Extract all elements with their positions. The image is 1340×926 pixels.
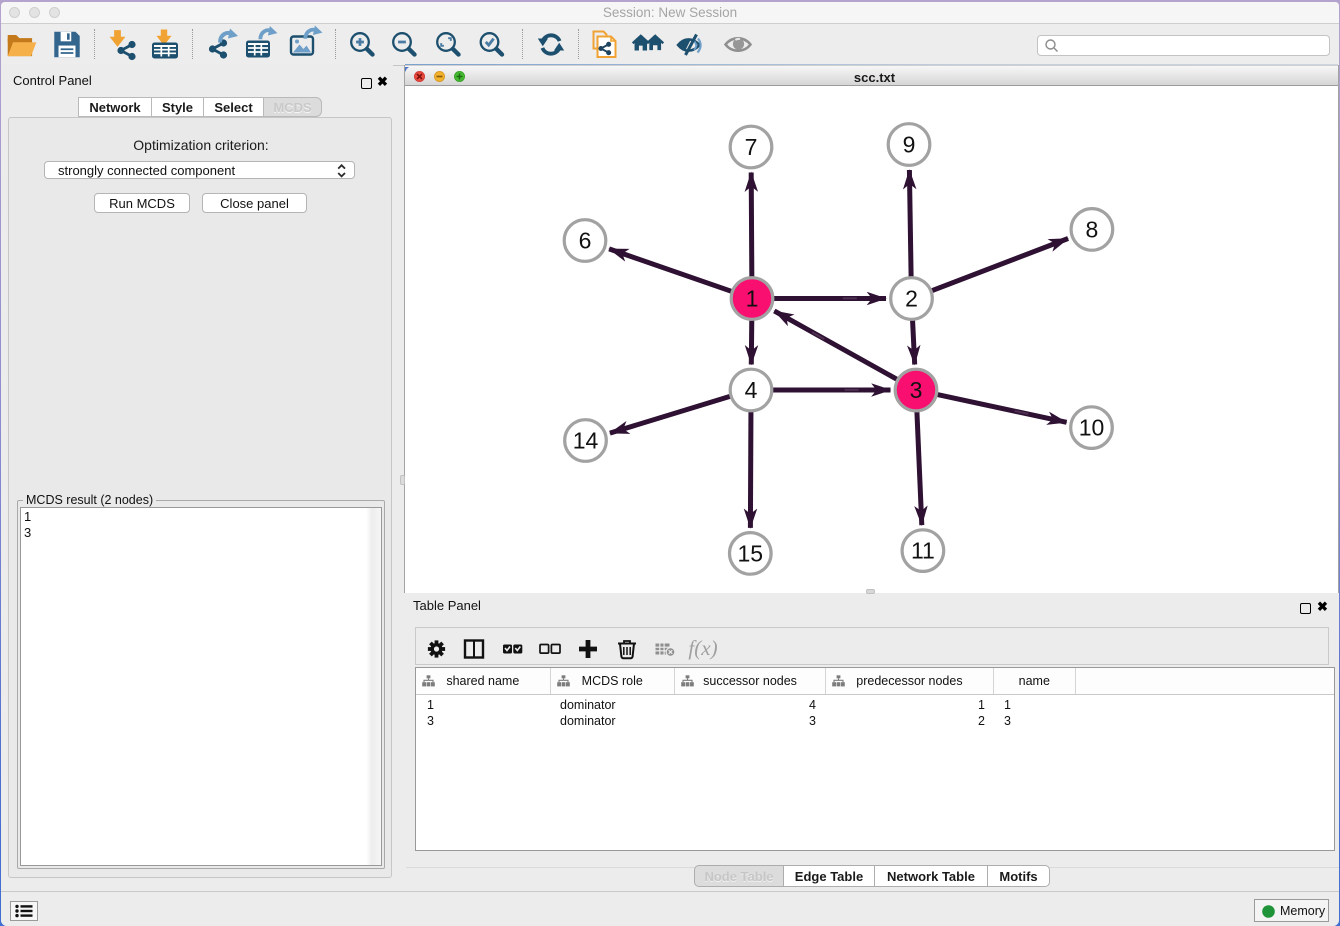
svg-text:8: 8 xyxy=(1086,216,1099,242)
svg-text:10: 10 xyxy=(1079,415,1105,441)
svg-text:15: 15 xyxy=(738,540,764,566)
svg-text:2: 2 xyxy=(905,286,918,312)
svg-text:14: 14 xyxy=(573,428,599,454)
svg-text:11: 11 xyxy=(911,538,935,564)
svg-text:6: 6 xyxy=(579,228,592,254)
svg-text:f(x): f(x) xyxy=(688,636,717,660)
svg-text:3: 3 xyxy=(910,377,923,403)
svg-text:9: 9 xyxy=(903,132,916,158)
svg-text:4: 4 xyxy=(745,377,758,403)
svg-text:7: 7 xyxy=(745,134,758,160)
svg-text:1: 1 xyxy=(746,286,759,312)
